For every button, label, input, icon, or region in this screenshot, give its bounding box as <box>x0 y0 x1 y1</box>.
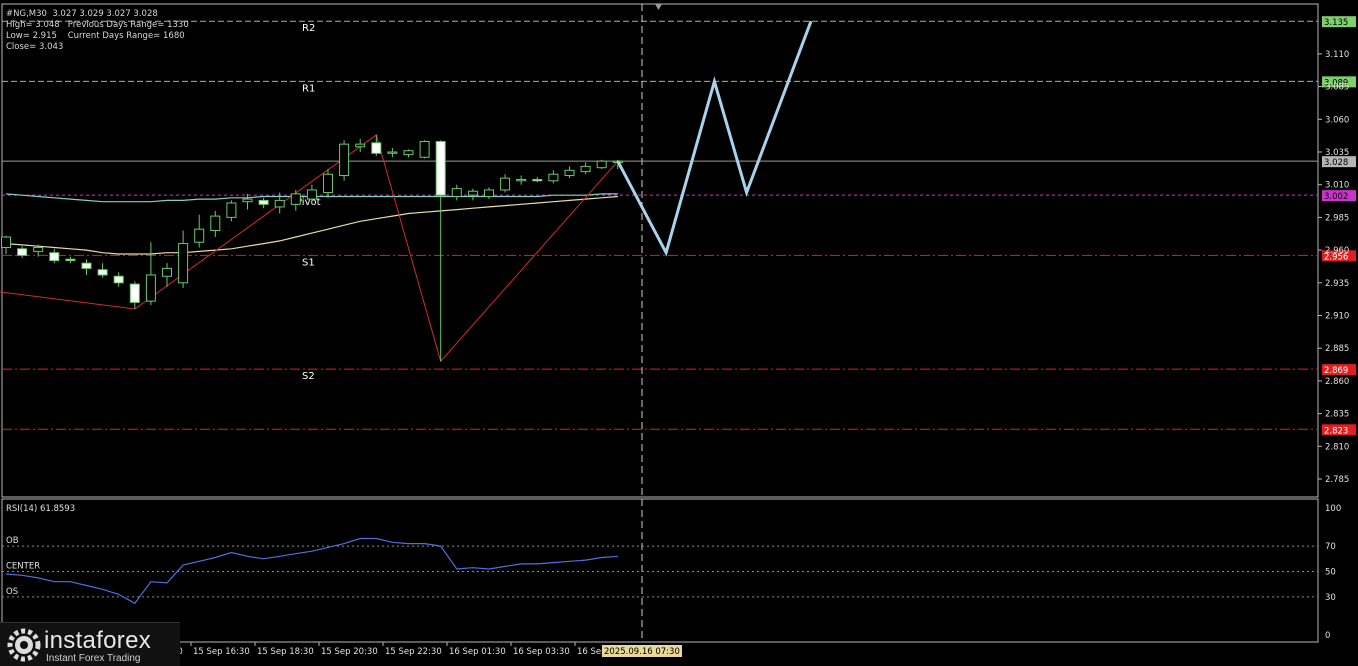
gear-logo-icon <box>7 628 41 662</box>
price-axis-label: 2.960 <box>1325 246 1349 256</box>
candle-body-bull <box>145 274 156 302</box>
rsi-level-label-ob: OB <box>6 536 19 546</box>
logo-brand-name: instaforex <box>44 627 152 654</box>
price-axis-label: 3.110 <box>1325 50 1349 60</box>
rsi-axis-label: 0 <box>1325 631 1330 641</box>
price-axis-label: 3.035 <box>1325 148 1349 158</box>
price-axis-label: 2.785 <box>1325 475 1349 485</box>
level-label-s2: S2 <box>302 371 315 382</box>
candle-body-bull <box>516 178 527 182</box>
candle-body-bull <box>500 177 511 191</box>
time-axis-label: 16 Sep 03:30 <box>513 647 570 657</box>
trading-chart-window: R2 R1 Pivot S1 S2 RSI(14) 61.8593 OB CENTER OS 1… <box>0 0 1358 666</box>
chart-info-symbol: #NG,M30 3.027 3.029 3.027 3.028 <box>6 9 158 19</box>
candle-body-bear <box>49 252 60 262</box>
candle-body-bull <box>323 173 333 194</box>
instaforex-logo: instaforex Instant Forex Trading <box>0 622 180 666</box>
candle-body-bear <box>65 258 76 262</box>
rsi-level-label-center: CENTER <box>6 562 40 572</box>
candle-body-bull <box>242 198 253 203</box>
axis-price-tag-text: 3.002 <box>1324 192 1348 202</box>
rsi-axis-label: 30 <box>1325 593 1336 603</box>
candle <box>596 159 607 170</box>
candle-body-bull <box>484 189 494 197</box>
axis-price-tag-text: 3.135 <box>1324 18 1348 28</box>
candle-body-bear <box>129 283 140 303</box>
price-axis-label: 2.885 <box>1325 344 1349 354</box>
chart-canvas[interactable]: R2R1PivotS1S2 RSI(14) 61.8593OBCENTEROS1… <box>0 0 1358 666</box>
price-axis-label: 2.985 <box>1325 213 1349 223</box>
candle-body-bear <box>81 262 92 269</box>
price-axis-label: 3.010 <box>1325 181 1349 191</box>
price-axis-label: 2.860 <box>1325 377 1349 387</box>
candle-body-bull <box>226 202 237 218</box>
candle-body-bear <box>97 269 108 276</box>
candle-body-bear <box>113 275 124 284</box>
price-axis-label: 2.810 <box>1325 442 1349 452</box>
time-axis-label: 15 Sep 18:30 <box>257 647 314 657</box>
rsi-level-label-os: OS <box>6 587 18 597</box>
rsi-indicator-label: RSI(14) 61.8593 <box>6 504 75 514</box>
candle-body-bull <box>419 141 430 158</box>
candle-body-bull <box>580 165 591 173</box>
current-price-tag-text: 3.028 <box>1324 158 1348 168</box>
candle-body-bear <box>371 142 382 154</box>
candle-body-bull <box>274 199 285 208</box>
chart-info-close: Close= 3.043 <box>6 42 64 52</box>
level-label-s1: S1 <box>302 257 315 268</box>
current-time-tag-text: 2025.09.16 07:30 <box>604 647 680 657</box>
price-axis-label: 3.085 <box>1325 83 1349 93</box>
level-label-r1: R1 <box>302 83 315 94</box>
axis-price-tag-text: 2.823 <box>1324 426 1348 436</box>
candle-body-bull <box>548 173 559 182</box>
candle <box>339 140 350 181</box>
candle-body-bear <box>258 199 269 205</box>
rsi-axis-label: 70 <box>1325 542 1336 552</box>
logo-tagline: Instant Forex Trading <box>46 653 141 664</box>
axis-price-tag-text: 2.869 <box>1324 366 1348 376</box>
rsi-axis-label: 100 <box>1325 504 1341 514</box>
candle-body-bear <box>435 141 446 196</box>
candle-body-bull <box>403 150 414 156</box>
level-label-r2: R2 <box>302 23 315 34</box>
candle <box>419 140 430 159</box>
time-axis-label: 15 Sep 16:30 <box>193 647 250 657</box>
time-axis-label: 15 Sep 22:30 <box>385 647 442 657</box>
candle-body-bull <box>210 215 221 231</box>
candle-body-bull <box>467 190 478 196</box>
candle-body-bear <box>532 178 543 182</box>
candle-body-bull <box>178 243 189 284</box>
time-axis-label: 15 Sep 20:30 <box>321 647 378 657</box>
candle-body-bull <box>596 160 607 169</box>
candle-body-bull <box>564 169 575 177</box>
chart-info-low: Low= 2.915 Current Days Range= 1680 <box>6 31 185 41</box>
price-axis-label: 3.060 <box>1325 115 1349 125</box>
candle-body-bull <box>451 188 462 197</box>
time-axis-label: 16 Sep 01:30 <box>449 647 506 657</box>
candle-body-bull <box>1 236 11 248</box>
price-axis-label: 2.835 <box>1325 410 1349 420</box>
candle-body-bull <box>355 143 366 148</box>
price-axis-label: 2.935 <box>1325 279 1349 289</box>
candle-body-bull <box>162 267 172 277</box>
candle-body-bull <box>194 228 205 243</box>
candle-body-bull <box>290 193 301 205</box>
candle-body-bear <box>17 248 28 256</box>
candle-body-bull <box>339 143 350 177</box>
chart-info-high: High= 3.048 Previous Days Range= 1330 <box>6 20 189 30</box>
rsi-axis-label: 50 <box>1325 568 1336 578</box>
candle-body-bull <box>33 246 44 252</box>
price-axis-label: 2.910 <box>1325 312 1349 322</box>
candle-body-bull <box>387 151 398 154</box>
candle-body-bull <box>306 189 317 200</box>
